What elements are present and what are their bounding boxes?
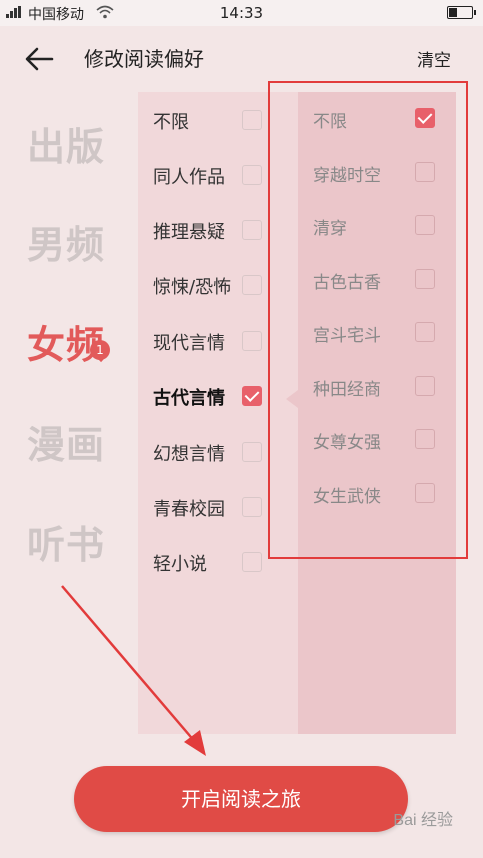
category-comics[interactable]: 漫画 bbox=[27, 414, 117, 467]
category-female-badge: 1 bbox=[90, 340, 110, 360]
tag-label: 女生武侠 bbox=[313, 487, 381, 507]
back-arrow-icon[interactable] bbox=[24, 46, 54, 72]
clear-button[interactable]: 清空 bbox=[417, 46, 451, 71]
subcategory-item[interactable]: 轻小说 bbox=[138, 543, 298, 583]
checkbox[interactable] bbox=[242, 165, 262, 185]
tag-item[interactable]: 女生武侠 bbox=[298, 474, 456, 514]
subcategory-item[interactable]: 推理悬疑 bbox=[138, 211, 298, 251]
checkbox[interactable] bbox=[242, 442, 262, 462]
category-audiobooks[interactable]: 听书 bbox=[27, 514, 117, 567]
checkbox[interactable] bbox=[415, 162, 435, 182]
subcategory-label: 轻小说 bbox=[153, 554, 207, 575]
subcategory-label: 现代言情 bbox=[153, 333, 225, 354]
subcategory-panel: 不限 同人作品 推理悬疑 惊悚/恐怖 现代言情 古代言情 幻想言情 青春校园 轻… bbox=[138, 92, 298, 734]
tag-panel: 不限 穿越时空 清穿 古色古香 宫斗宅斗 种田经商 女尊女强 女生武侠 bbox=[298, 92, 456, 734]
selection-pointer bbox=[286, 390, 298, 408]
tag-item[interactable]: 不限 bbox=[298, 99, 456, 139]
checkbox-checked[interactable] bbox=[242, 386, 262, 406]
subcategory-label: 不限 bbox=[153, 112, 189, 133]
tag-label: 穿越时空 bbox=[313, 166, 381, 186]
tag-item[interactable]: 清穿 bbox=[298, 206, 456, 246]
subcategory-item[interactable]: 惊悚/恐怖 bbox=[138, 266, 298, 306]
checkbox[interactable] bbox=[242, 110, 262, 130]
start-reading-button[interactable]: 开启阅读之旅 bbox=[74, 766, 408, 832]
tag-label: 女尊女强 bbox=[313, 433, 381, 453]
tag-label: 不限 bbox=[313, 112, 347, 132]
subcategory-item[interactable]: 青春校园 bbox=[138, 488, 298, 528]
tag-item[interactable]: 女尊女强 bbox=[298, 420, 456, 460]
checkbox[interactable] bbox=[242, 331, 262, 351]
tag-label: 宫斗宅斗 bbox=[313, 326, 381, 346]
checkbox[interactable] bbox=[415, 269, 435, 289]
clock: 14:33 bbox=[219, 4, 264, 22]
subcategory-item[interactable]: 幻想言情 bbox=[138, 433, 298, 473]
tag-item[interactable]: 穿越时空 bbox=[298, 153, 456, 193]
subcategory-label: 同人作品 bbox=[153, 167, 225, 188]
tag-label: 清穿 bbox=[313, 219, 347, 239]
subcategory-label: 古代言情 bbox=[153, 388, 225, 409]
category-publishing[interactable]: 出版 bbox=[27, 116, 117, 169]
header: 修改阅读偏好 清空 bbox=[0, 26, 483, 92]
subcategory-item[interactable]: 同人作品 bbox=[138, 156, 298, 196]
checkbox[interactable] bbox=[415, 483, 435, 503]
checkbox[interactable] bbox=[415, 429, 435, 449]
watermark-logo: Bai 经验 bbox=[393, 812, 453, 829]
checkbox[interactable] bbox=[242, 275, 262, 295]
tag-label: 种田经商 bbox=[313, 380, 381, 400]
tag-item[interactable]: 种田经商 bbox=[298, 367, 456, 407]
checkbox[interactable] bbox=[242, 220, 262, 240]
subcategory-item[interactable]: 现代言情 bbox=[138, 322, 298, 362]
checkbox[interactable] bbox=[242, 497, 262, 517]
tag-item[interactable]: 古色古香 bbox=[298, 260, 456, 300]
tag-label: 古色古香 bbox=[313, 273, 381, 293]
checkbox[interactable] bbox=[415, 215, 435, 235]
subcategory-label: 幻想言情 bbox=[153, 444, 225, 465]
subcategory-label: 青春校园 bbox=[153, 499, 225, 520]
subcategory-label: 惊悚/恐怖 bbox=[153, 277, 232, 298]
checkbox[interactable] bbox=[415, 322, 435, 342]
subcategory-item[interactable]: 不限 bbox=[138, 101, 298, 141]
page-title: 修改阅读偏好 bbox=[84, 47, 204, 71]
checkbox[interactable] bbox=[242, 552, 262, 572]
battery-icon bbox=[447, 6, 476, 19]
tag-item[interactable]: 宫斗宅斗 bbox=[298, 313, 456, 353]
checkbox[interactable] bbox=[415, 376, 435, 396]
checkbox-checked[interactable] bbox=[415, 108, 435, 128]
subcategory-label: 推理悬疑 bbox=[153, 222, 225, 243]
subcategory-item-selected[interactable]: 古代言情 bbox=[138, 377, 298, 417]
category-male[interactable]: 男频 bbox=[27, 214, 117, 267]
status-bar: 中国移动 14:33 bbox=[0, 0, 483, 26]
